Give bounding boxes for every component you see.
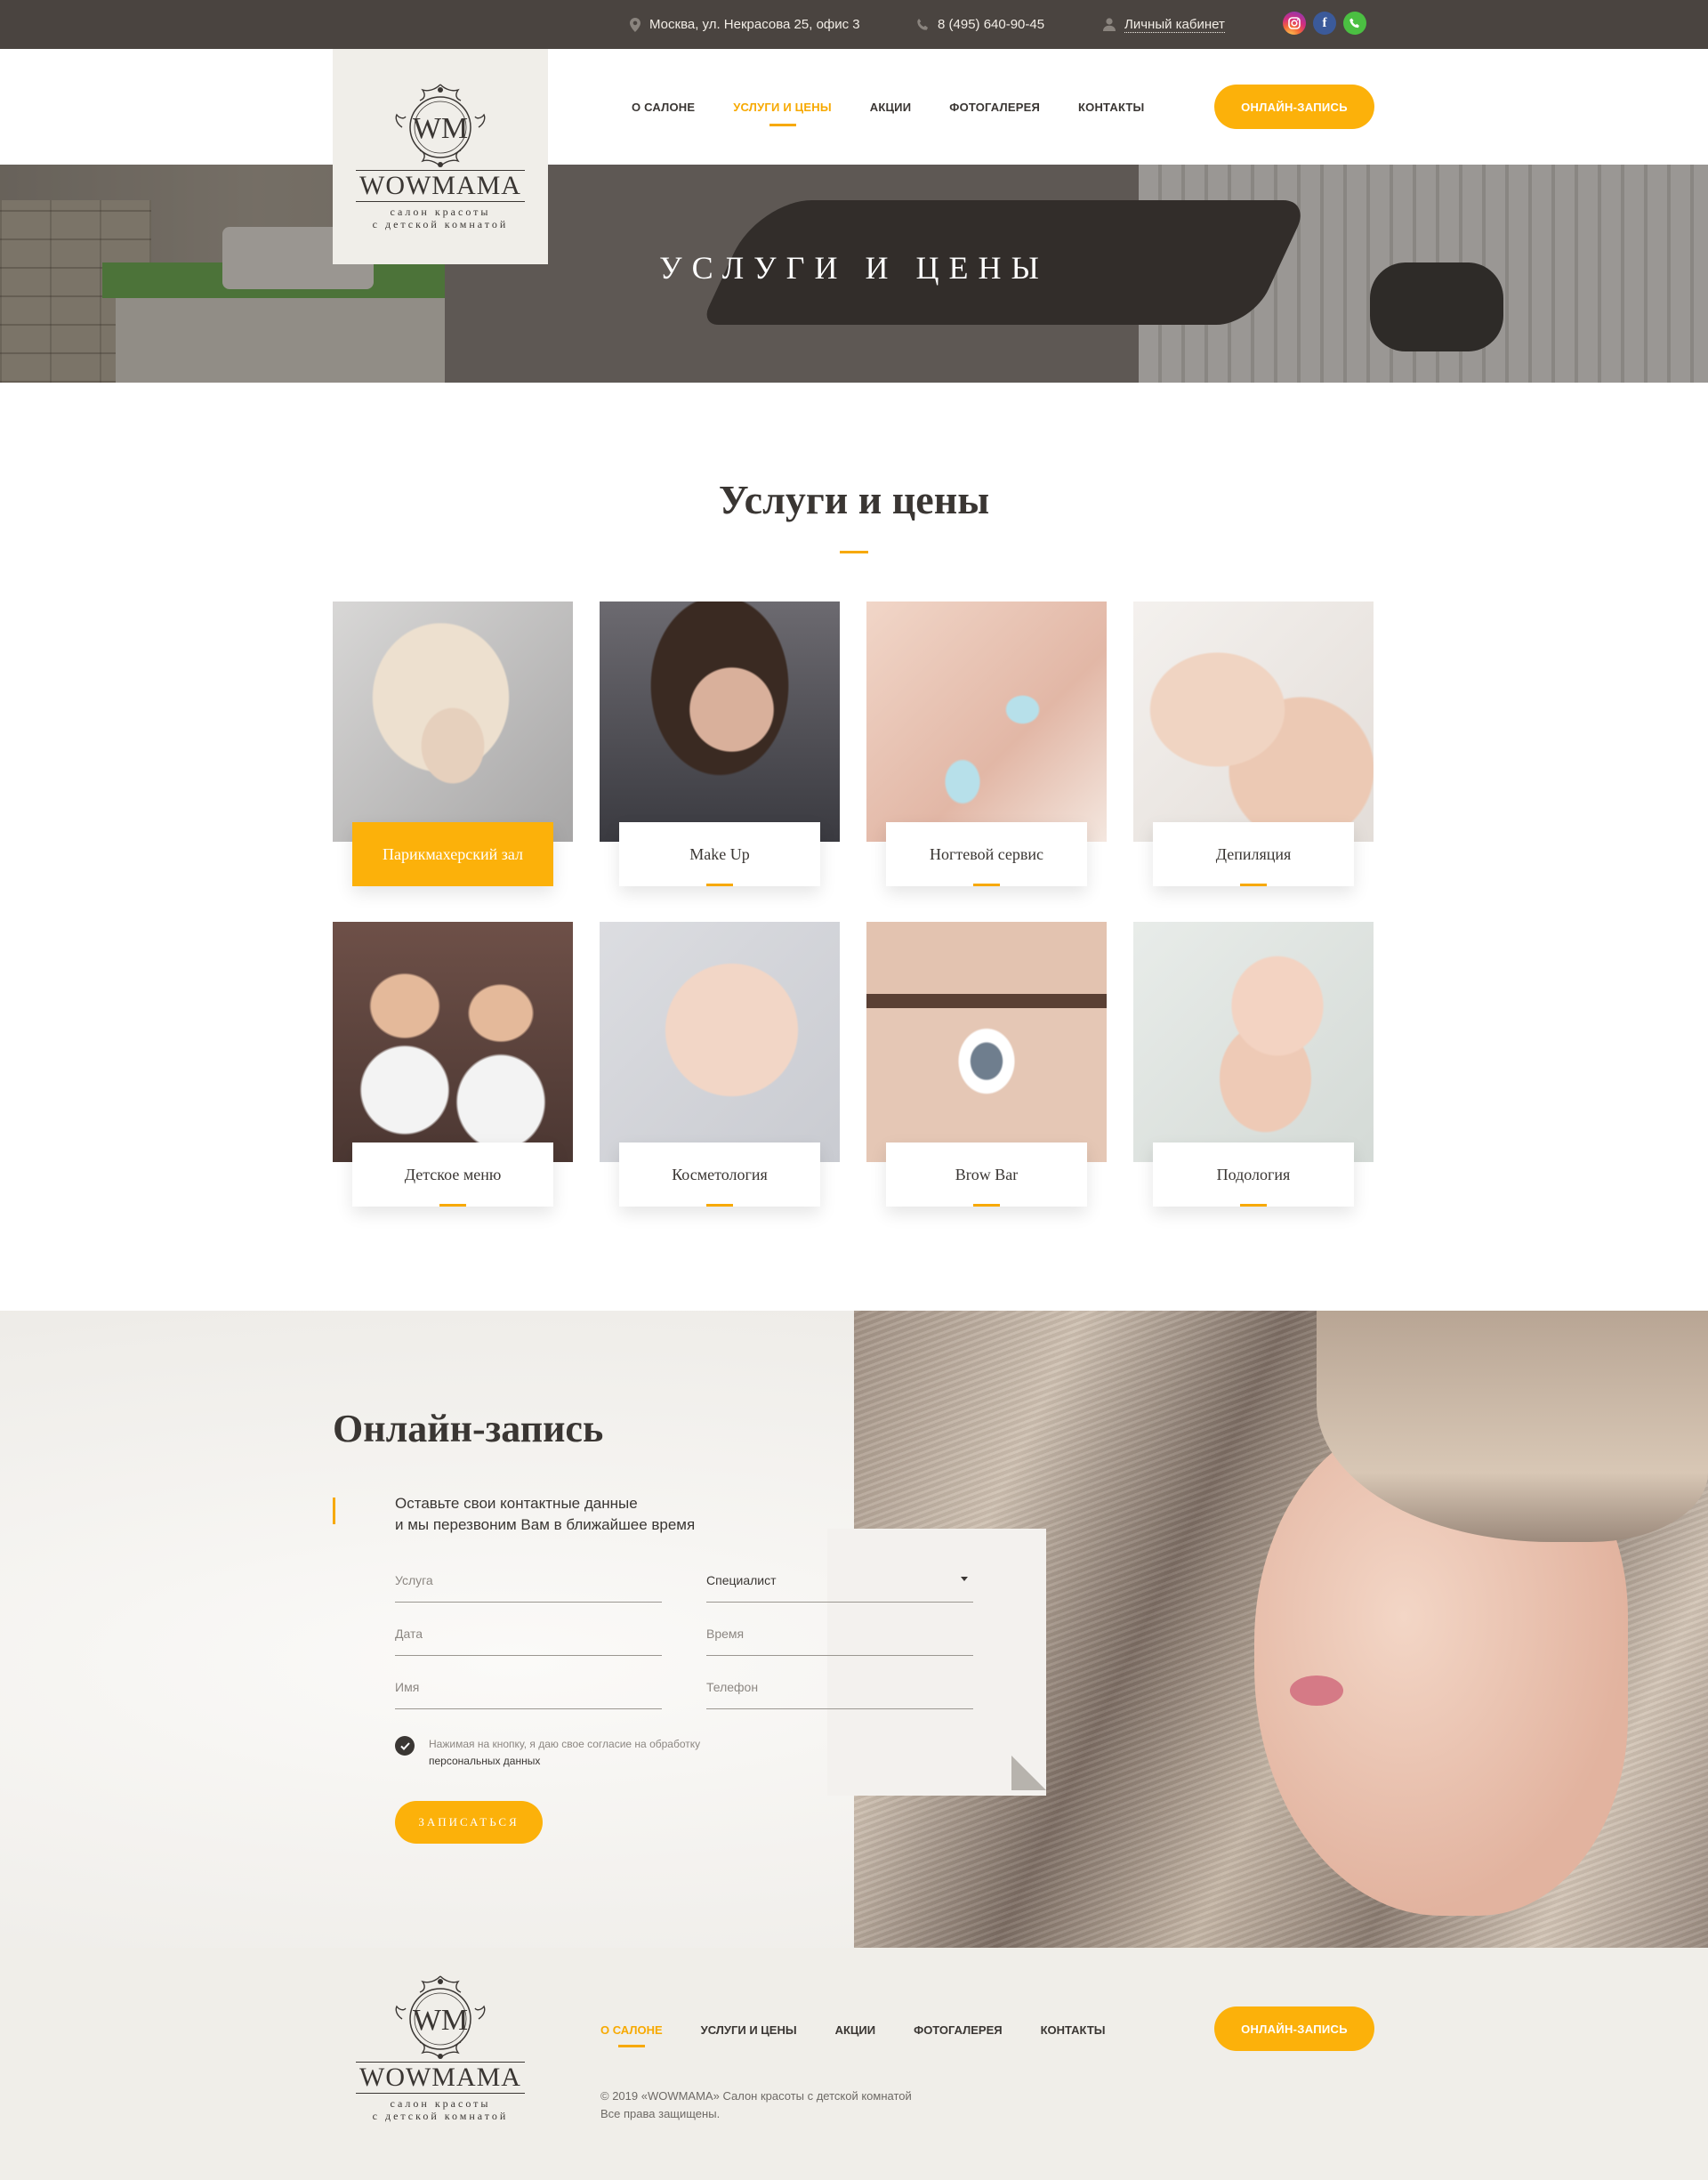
booking-lead-line-1: Оставьте свои контактные данные <box>395 1495 638 1512</box>
booking-section: Онлайн-запись Оставьте свои контактные д… <box>0 1311 1708 1948</box>
instagram-icon[interactable] <box>1283 12 1306 35</box>
service-photo-makeup <box>600 602 840 842</box>
nav-item-gallery[interactable]: ФОТОГАЛЕРЕЯ <box>949 101 1040 114</box>
specialist-select[interactable]: Специалист <box>706 1558 973 1603</box>
consent-text: Нажимая на кнопку, я даю свое согласие н… <box>429 1736 700 1770</box>
service-label-hair[interactable]: Парикмахерский зал <box>352 822 553 886</box>
footer-logo-tagline-1: салон красоты <box>390 2097 491 2110</box>
service-photo-podology <box>1133 922 1374 1162</box>
booking-title: Онлайн-запись <box>333 1407 604 1450</box>
booking-photo-lips <box>1290 1675 1343 1706</box>
service-photo-hair <box>333 602 573 842</box>
address: Москва, ул. Некрасова 25, офис 3 <box>630 0 860 49</box>
service-photo-cosmetology <box>600 922 840 1162</box>
date-field[interactable]: Дата <box>395 1611 662 1656</box>
footer-nav-promotions[interactable]: АКЦИИ <box>835 2023 876 2037</box>
copyright: © 2019 «WOWMAMA» Салон красоты с детской… <box>600 2087 912 2123</box>
service-card-brow-bar[interactable]: Brow Bar <box>866 922 1107 1224</box>
footer: WM WOWMAMA салон красоты с детской комна… <box>0 1948 1708 2180</box>
social-links: f <box>1283 12 1366 35</box>
checkmark-icon <box>399 1741 410 1750</box>
consent-line-1: Нажимая на кнопку, я даю свое согласие н… <box>429 1738 701 1750</box>
service-photo-brow-bar <box>866 922 1107 1162</box>
hero-title: УСЛУГИ И ЦЕНЫ <box>659 250 1049 286</box>
logo-box[interactable]: WM WOWMAMA салон красоты с детской комна… <box>333 49 548 264</box>
service-label-depilation[interactable]: Депиляция <box>1153 822 1354 886</box>
logo-tagline-2: с детской комнатой <box>372 218 509 230</box>
phone-icon <box>917 18 928 30</box>
service-label-brow-bar[interactable]: Brow Bar <box>886 1142 1087 1207</box>
nav-item-contacts[interactable]: КОНТАКТЫ <box>1078 101 1144 114</box>
header: WM WOWMAMA салон красоты с детской комна… <box>0 49 1708 264</box>
form-corner-fold <box>1011 1756 1046 1790</box>
service-photo-nails <box>866 602 1107 842</box>
nav-item-promotions[interactable]: АКЦИИ <box>870 101 912 114</box>
service-label-podology[interactable]: Подология <box>1153 1142 1354 1207</box>
footer-nav-gallery[interactable]: ФОТОГАЛЕРЕЯ <box>914 2023 1003 2037</box>
service-photo-kids <box>333 922 573 1162</box>
footer-nav-about[interactable]: О САЛОНЕ <box>600 2023 663 2037</box>
service-field[interactable]: Услуга <box>395 1558 662 1603</box>
footer-nav: О САЛОНЕ УСЛУГИ И ЦЕНЫ АКЦИИ ФОТОГАЛЕРЕЯ… <box>600 2023 1105 2037</box>
service-card-makeup[interactable]: Make Up <box>600 602 840 904</box>
account-link[interactable]: Личный кабинет <box>1103 0 1225 49</box>
booking-lead-accent <box>333 1498 335 1524</box>
service-label-kids[interactable]: Детское меню <box>352 1142 553 1207</box>
facebook-icon[interactable]: f <box>1313 12 1336 35</box>
services-title-underline <box>840 551 868 553</box>
service-label-nails[interactable]: Ногтевой сервис <box>886 822 1087 886</box>
footer-nav-services[interactable]: УСЛУГИ И ЦЕНЫ <box>701 2023 797 2037</box>
service-card-kids[interactable]: Детское меню <box>333 922 573 1224</box>
service-photo-depilation <box>1133 602 1374 842</box>
consent: Нажимая на кнопку, я даю свое согласие н… <box>395 1736 700 1770</box>
service-card-nails[interactable]: Ногтевой сервис <box>866 602 1107 904</box>
copyright-line-2: Все права защищены. <box>600 2107 721 2120</box>
online-booking-button[interactable]: ОНЛАЙН-ЗАПИСЬ <box>1214 85 1374 129</box>
service-card-cosmetology[interactable]: Косметология <box>600 922 840 1224</box>
service-label-cosmetology[interactable]: Косметология <box>619 1142 820 1207</box>
services-title: Услуги и цены <box>718 477 990 522</box>
footer-logo-tagline-2: с детской комнатой <box>372 2110 509 2122</box>
logo: WM WOWMAMA салон красоты с детской комна… <box>356 83 525 230</box>
copyright-line-1: © 2019 «WOWMAMA» Салон красоты с детской… <box>600 2089 912 2103</box>
footer-booking-button[interactable]: ОНЛАЙН-ЗАПИСЬ <box>1214 2006 1374 2051</box>
footer-logo[interactable]: WM WOWMAMA салон красоты с детской комна… <box>356 1974 525 2122</box>
svg-text:WM: WM <box>413 2004 468 2037</box>
whatsapp-icon[interactable] <box>1343 12 1366 35</box>
service-card-depilation[interactable]: Депиляция <box>1133 602 1374 904</box>
service-card-podology[interactable]: Подология <box>1133 922 1374 1224</box>
user-icon <box>1103 18 1116 31</box>
footer-logo-brand: WOWMAMA <box>356 2062 525 2094</box>
logo-tagline-1: салон красоты <box>390 206 491 218</box>
booking-lead-line-2: и мы перезвоним Вам в ближайшее время <box>395 1516 696 1533</box>
phone-field[interactable]: Телефон <box>706 1665 973 1709</box>
main-nav: О САЛОНЕ УСЛУГИ И ЦЕНЫ АКЦИИ ФОТОГАЛЕРЕЯ… <box>632 49 1144 165</box>
time-field[interactable]: Время <box>706 1611 973 1656</box>
submit-button[interactable]: ЗАПИСАТЬСЯ <box>395 1801 543 1844</box>
name-field[interactable]: Имя <box>395 1665 662 1709</box>
privacy-link[interactable]: персональных данных <box>429 1753 700 1770</box>
top-bar: Москва, ул. Некрасова 25, офис 3 8 (495)… <box>0 0 1708 49</box>
nav-item-about[interactable]: О САЛОНЕ <box>632 101 695 114</box>
svg-text:WM: WM <box>413 112 468 145</box>
phone[interactable]: 8 (495) 640-90-45 <box>916 0 1044 49</box>
caret-down-icon <box>961 1577 968 1581</box>
address-text: Москва, ул. Некрасова 25, офис 3 <box>649 17 860 32</box>
logo-brand: WOWMAMA <box>356 170 525 202</box>
phone-text: 8 (495) 640-90-45 <box>938 17 1045 32</box>
consent-checkbox[interactable] <box>395 1736 415 1756</box>
service-card-hair[interactable]: Парикмахерский зал <box>333 602 573 904</box>
monogram-emblem-icon: WM <box>395 1975 486 2059</box>
hero-banner: УСЛУГИ И ЦЕНЫ <box>0 165 1708 383</box>
footer-nav-contacts[interactable]: КОНТАКТЫ <box>1041 2023 1106 2037</box>
booking-lead: Оставьте свои контактные данные и мы пер… <box>395 1493 695 1536</box>
nav-item-services[interactable]: УСЛУГИ И ЦЕНЫ <box>733 101 832 114</box>
monogram-emblem-icon: WM <box>395 84 486 167</box>
service-label-makeup[interactable]: Make Up <box>619 822 820 886</box>
location-pin-icon <box>630 17 640 32</box>
specialist-select-value: Специалист <box>706 1572 777 1587</box>
account-link-label: Личный кабинет <box>1124 16 1225 33</box>
